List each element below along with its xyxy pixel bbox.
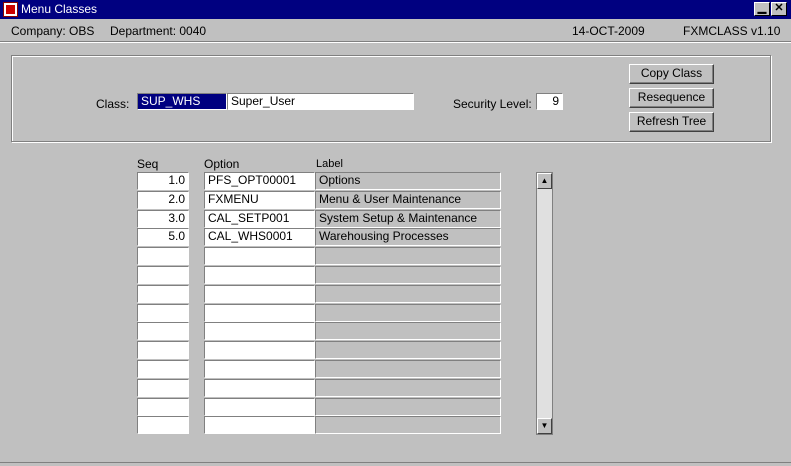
app-icon[interactable] bbox=[3, 2, 18, 17]
label-cell bbox=[315, 266, 501, 284]
label-cell bbox=[315, 304, 501, 322]
option-cell[interactable] bbox=[204, 360, 315, 378]
security-level-label: Security Level: bbox=[453, 97, 532, 111]
seq-cell[interactable]: 1.0 bbox=[137, 172, 189, 190]
seq-cell[interactable] bbox=[137, 247, 189, 265]
seq-cell[interactable]: 3.0 bbox=[137, 210, 189, 228]
label-cell bbox=[315, 360, 501, 378]
window-bottom-edge bbox=[0, 462, 791, 466]
minimize-button[interactable]: ▁ bbox=[754, 2, 770, 16]
option-cell[interactable] bbox=[204, 247, 315, 265]
seq-cell[interactable] bbox=[137, 379, 189, 397]
seq-cell[interactable] bbox=[137, 304, 189, 322]
seq-cell[interactable] bbox=[137, 322, 189, 340]
scroll-up-arrow-icon[interactable]: ▲ bbox=[537, 173, 552, 189]
seq-cell[interactable] bbox=[137, 416, 189, 434]
seq-cell[interactable]: 2.0 bbox=[137, 191, 189, 209]
option-cell[interactable] bbox=[204, 266, 315, 284]
label-cell bbox=[315, 247, 501, 265]
label-cell bbox=[315, 398, 501, 416]
department-text: Department: 0040 bbox=[110, 24, 207, 38]
seq-cell[interactable] bbox=[137, 360, 189, 378]
option-cell[interactable]: PFS_OPT00001 bbox=[204, 172, 315, 190]
option-cell[interactable] bbox=[204, 379, 315, 397]
option-cell[interactable] bbox=[204, 416, 315, 434]
label-cell bbox=[315, 379, 501, 397]
option-cell[interactable] bbox=[204, 322, 315, 340]
class-name-field[interactable]: Super_User bbox=[227, 93, 414, 110]
label-cell: Options bbox=[315, 172, 501, 190]
security-level-field[interactable]: 9 bbox=[536, 93, 563, 110]
seq-cell[interactable] bbox=[137, 266, 189, 284]
option-cell[interactable] bbox=[204, 285, 315, 303]
seq-cell[interactable] bbox=[137, 285, 189, 303]
title-bar: Menu Classes ▁ ✕ bbox=[0, 0, 791, 19]
seq-cell[interactable]: 5.0 bbox=[137, 228, 189, 246]
form-id-text: FXMCLASS v1.10 bbox=[683, 24, 781, 38]
label-cell bbox=[315, 341, 501, 359]
seq-column-header: Seq bbox=[137, 157, 159, 171]
info-bar: Company: OBS Department: 0040 14-OCT-200… bbox=[0, 21, 791, 41]
label-cell: Menu & User Maintenance bbox=[315, 191, 501, 209]
label-cell bbox=[315, 285, 501, 303]
option-cell[interactable]: CAL_SETP001 bbox=[204, 210, 315, 228]
close-button[interactable]: ✕ bbox=[771, 2, 787, 16]
option-cell[interactable]: FXMENU bbox=[204, 191, 315, 209]
label-cell: System Setup & Maintenance bbox=[315, 210, 501, 228]
option-cell[interactable] bbox=[204, 398, 315, 416]
option-cell[interactable] bbox=[204, 341, 315, 359]
scroll-down-arrow-icon[interactable]: ▼ bbox=[537, 418, 552, 434]
option-cell[interactable]: CAL_WHS0001 bbox=[204, 228, 315, 246]
window-title: Menu Classes bbox=[21, 2, 98, 16]
table-scrollbar[interactable]: ▲ ▼ bbox=[536, 172, 553, 435]
option-column-header: Option bbox=[204, 157, 240, 171]
refresh-tree-button[interactable]: Refresh Tree bbox=[629, 112, 714, 132]
company-text: Company: OBS bbox=[11, 24, 95, 38]
copy-class-button[interactable]: Copy Class bbox=[629, 64, 714, 84]
separator bbox=[0, 41, 791, 43]
label-cell bbox=[315, 416, 501, 434]
class-code-field[interactable]: SUP_WHS bbox=[137, 93, 227, 110]
label-cell bbox=[315, 322, 501, 340]
class-label: Class: bbox=[96, 97, 130, 111]
label-cell: Warehousing Processes bbox=[315, 228, 501, 246]
seq-cell[interactable] bbox=[137, 341, 189, 359]
resequence-button[interactable]: Resequence bbox=[629, 88, 714, 108]
label-column-header: Label bbox=[316, 158, 343, 170]
date-text: 14-OCT-2009 bbox=[572, 24, 645, 38]
seq-cell[interactable] bbox=[137, 398, 189, 416]
option-cell[interactable] bbox=[204, 304, 315, 322]
